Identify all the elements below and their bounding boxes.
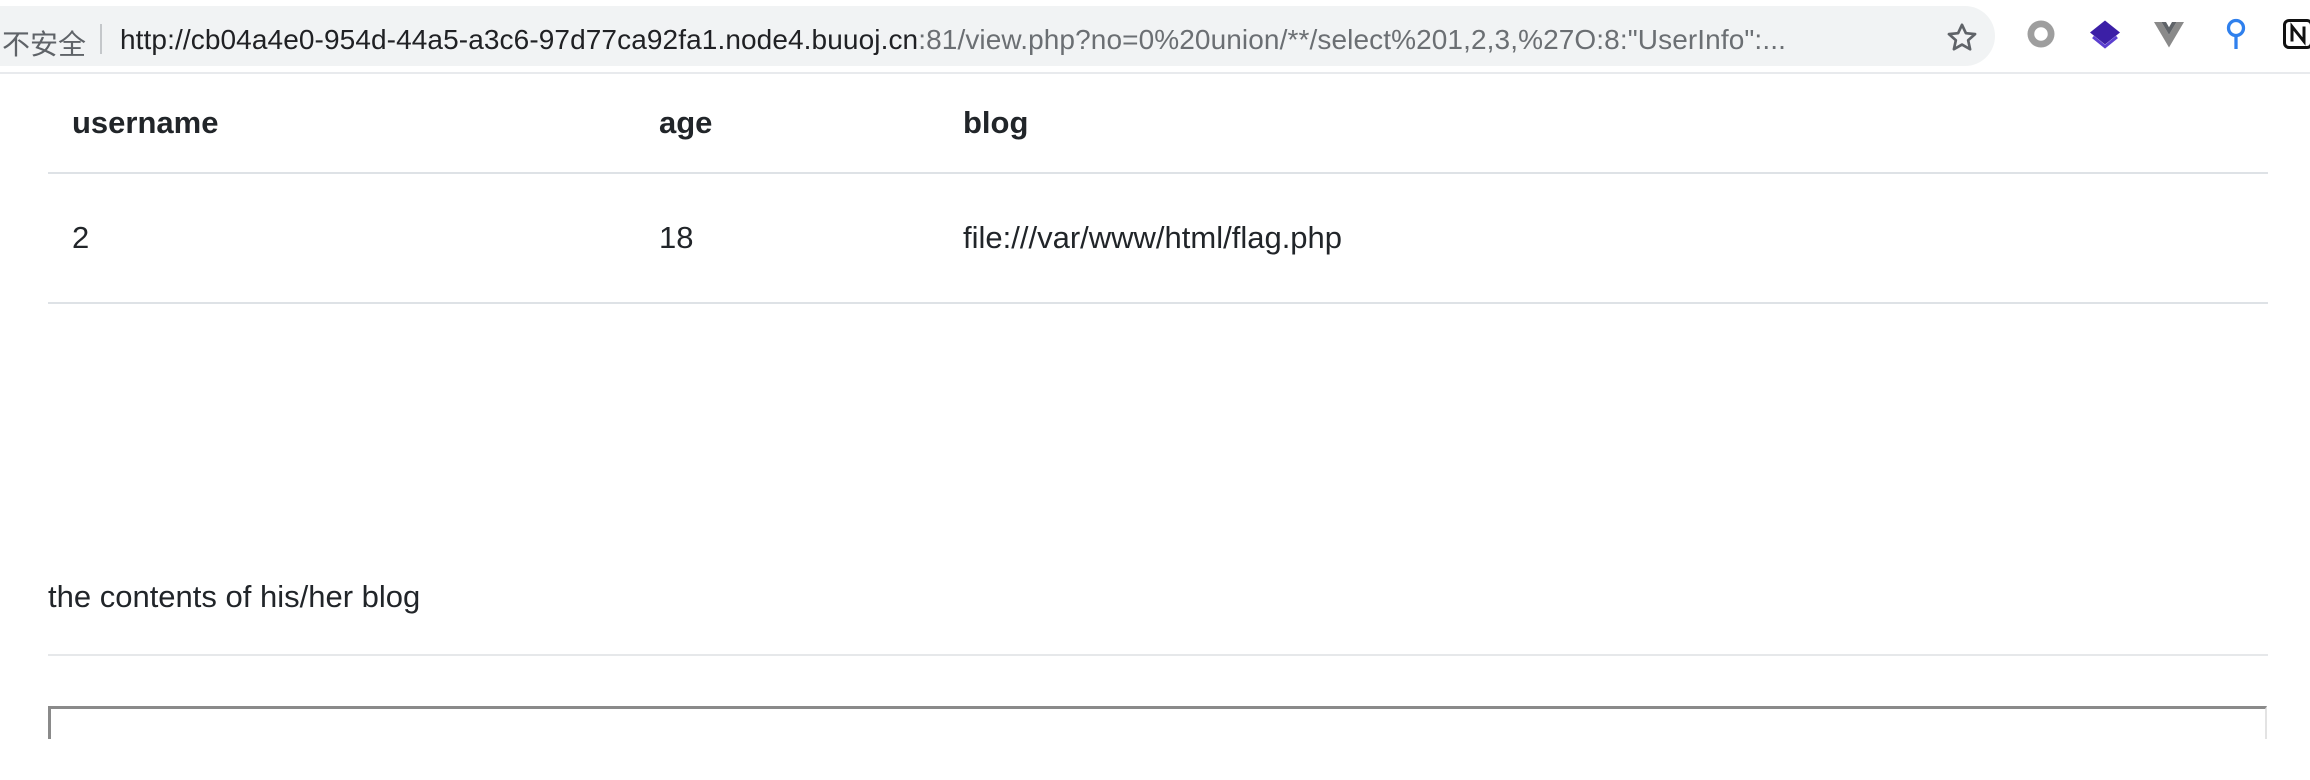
user-info-table: username age blog 2 18 file:///var/www/h… (48, 74, 2268, 304)
star-icon[interactable] (1944, 20, 1980, 56)
header-age: age (635, 74, 939, 174)
divider (48, 654, 2268, 656)
cell-age: 18 (635, 173, 939, 304)
blog-iframe[interactable] (48, 706, 2267, 739)
address-bar-divider (100, 24, 102, 54)
header-blog: blog (939, 74, 2268, 174)
table-header-row: username age blog (48, 74, 2268, 174)
pin-icon[interactable] (2218, 16, 2254, 52)
cell-username: 2 (48, 173, 635, 304)
notion-icon[interactable] (2280, 16, 2310, 52)
record-icon[interactable] (2023, 16, 2059, 52)
url-path: :81/view.php?no=0%20union/**/select%201,… (918, 24, 1786, 55)
layers-icon[interactable] (2087, 16, 2123, 52)
header-username: username (48, 74, 635, 174)
vue-icon[interactable] (2151, 16, 2187, 52)
url-host: http://cb04a4e0-954d-44a5-a3c6-97d77ca92… (120, 24, 919, 55)
url-field[interactable]: http://cb04a4e0-954d-44a5-a3c6-97d77ca92… (120, 24, 1920, 56)
table-row: 2 18 file:///var/www/html/flag.php (48, 173, 2268, 304)
page-content: username age blog 2 18 file:///var/www/h… (0, 74, 2310, 780)
address-bar[interactable]: 不安全 http://cb04a4e0-954d-44a5-a3c6-97d77… (0, 6, 1995, 66)
blog-contents-heading: the contents of his/her blog (48, 579, 421, 614)
cell-blog: file:///var/www/html/flag.php (939, 173, 2268, 304)
security-indicator[interactable]: 不安全 (2, 23, 86, 63)
browser-toolbar: 不安全 http://cb04a4e0-954d-44a5-a3c6-97d77… (0, 0, 2310, 72)
